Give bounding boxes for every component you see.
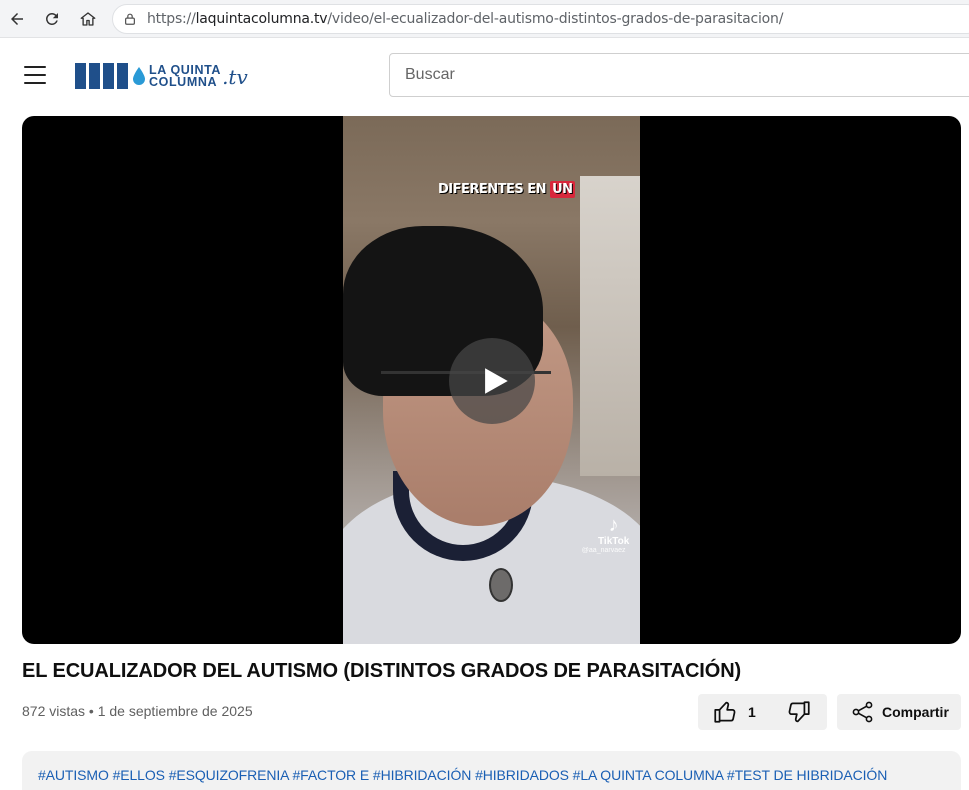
logo-line2: COLUMNA [149,75,218,89]
site-header: LA QUINTA COLUMNA .tv [0,38,969,112]
back-button[interactable] [4,6,30,32]
video-overlay-caption: DIFERENTES EN UN [438,181,575,198]
caption-highlight: UN [550,181,575,198]
video-meta: 872 vistas • 1 de septiembre de 2025 [22,703,253,719]
tag-link[interactable]: #AUTISMO [38,767,109,783]
logo-suffix: .tv [222,65,248,89]
tag-link[interactable]: #FACTOR E [292,767,369,783]
url-prefix: https:// [147,11,196,27]
browser-toolbar: https://laquintacolumna.tv/video/el-ecua… [0,0,969,38]
site-logo[interactable]: LA QUINTA COLUMNA .tv [75,62,248,90]
logo-bars [75,63,128,89]
back-arrow-icon [11,13,23,25]
play-icon [485,368,508,394]
play-button[interactable] [449,338,535,424]
logo-text: LA QUINTA COLUMNA [149,64,221,89]
thumbs-up-icon [714,701,736,723]
tiktok-icon: ♪ [608,514,619,536]
share-label: Compartir [882,704,949,720]
tiktok-watermark: ♪ TikTok @aa_narvaez [582,514,630,554]
tag-list: #AUTISMO #ELLOS #ESQUIZOFRENIA #FACTOR E… [38,767,945,783]
menu-icon[interactable] [24,66,46,84]
url-text: https://laquintacolumna.tv/video/el-ecua… [147,11,783,27]
tag-link[interactable]: #LA QUINTA COLUMNA [573,767,724,783]
lock-icon [123,11,139,27]
search-input[interactable] [390,54,969,96]
like-count: 1 [748,704,756,720]
search-box [389,53,969,97]
tag-link[interactable]: #HIBRIDACIÓN [373,767,471,783]
water-drop-icon [133,67,145,85]
address-bar[interactable]: https://laquintacolumna.tv/video/el-ecua… [112,4,969,34]
reload-button[interactable] [39,6,65,32]
url-path: /video/el-ecualizador-del-autismo-distin… [327,11,784,27]
caption-text: DIFERENTES EN [438,182,547,197]
dislike-button[interactable] [774,694,824,730]
url-host: laquintacolumna.tv [195,11,328,27]
tiktok-name: TikTok [598,536,630,547]
video-description: #AUTISMO #ELLOS #ESQUIZOFRENIA #FACTOR E… [22,751,961,790]
thumbs-down-icon [788,701,810,723]
tiktok-user: @aa_narvaez [581,547,626,554]
video-title: EL ECUALIZADOR DEL AUTISMO (DISTINTOS GR… [22,660,742,682]
like-button[interactable]: 1 [698,694,774,730]
share-icon [852,701,873,723]
share-button[interactable]: Compartir [837,694,961,730]
home-icon [80,12,96,26]
tag-link[interactable]: #ELLOS [113,767,165,783]
tag-link[interactable]: #TEST DE HIBRIDACIÓN [727,767,887,783]
reload-icon [45,12,58,25]
home-button[interactable] [75,6,101,32]
video-player[interactable]: DIFERENTES EN UN ♪ TikTok @aa_narvaez [22,116,961,644]
vote-group: 1 [698,694,827,730]
tag-link[interactable]: #HIBRIDADOS [475,767,569,783]
tag-link[interactable]: #ESQUIZOFRENIA [169,767,289,783]
